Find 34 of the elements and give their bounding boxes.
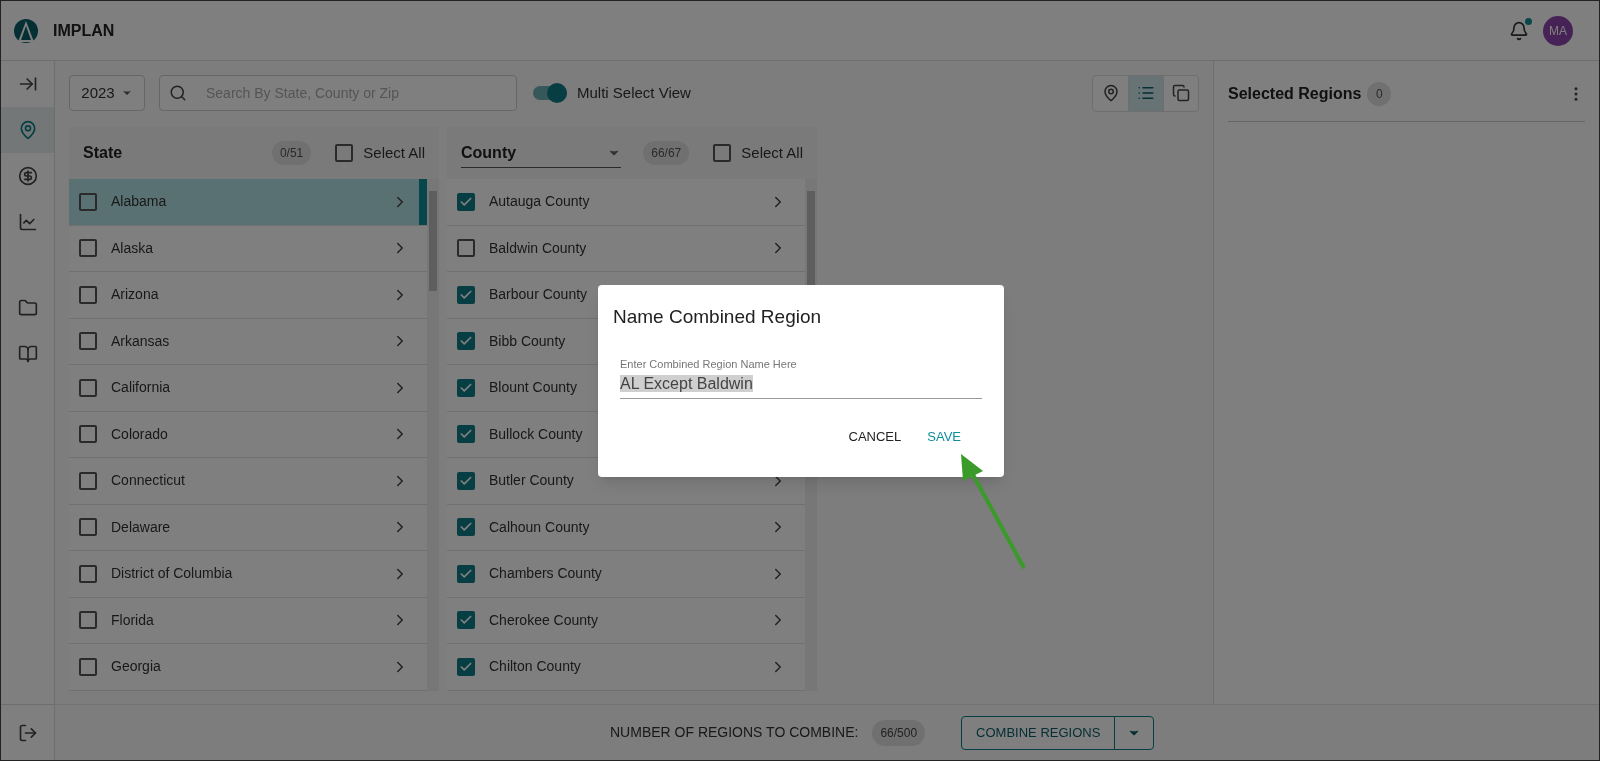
select-all-label: Select All xyxy=(363,142,425,163)
toggle-label: Multi Select View xyxy=(577,82,691,103)
row-label: Cherokee County xyxy=(489,610,598,630)
footer-label: NUMBER OF REGIONS TO COMBINE: xyxy=(610,723,859,742)
row-label: California xyxy=(111,378,171,398)
row-label: Autauga County xyxy=(489,192,590,212)
row-label: Delaware xyxy=(111,517,171,537)
row-label: Chilton County xyxy=(489,657,581,677)
row-label: Alabama xyxy=(111,192,167,212)
count-badge: 0/51 xyxy=(271,141,312,165)
panel-title: State xyxy=(83,143,124,163)
brand-name: IMPLAN xyxy=(53,20,115,41)
row-label: District of Columbia xyxy=(111,564,233,584)
count-badge: 66/500 xyxy=(872,719,926,746)
row-label: Connecticut xyxy=(111,471,185,491)
row-label: Chambers County xyxy=(489,564,602,584)
row-label: Colorado xyxy=(111,424,168,444)
row-label: Butler County xyxy=(489,471,574,491)
count-badge: 0 xyxy=(1367,82,1392,106)
row-label: Barbour County xyxy=(489,285,588,305)
row-label: Alaska xyxy=(111,238,154,258)
panel-title: Selected Regions xyxy=(1228,84,1362,104)
dialog-title: Name Combined Region xyxy=(613,305,823,329)
row-label: Georgia xyxy=(111,657,161,677)
row-label: Florida xyxy=(111,610,154,630)
row-label: Bibb County xyxy=(489,331,566,351)
row-label: Calhoun County xyxy=(489,517,590,537)
row-label: Blount County xyxy=(489,378,577,398)
row-label: Baldwin County xyxy=(489,238,587,258)
count-badge: 66/67 xyxy=(643,141,690,165)
row-label: Arizona xyxy=(111,285,159,305)
row-label: Bullock County xyxy=(489,424,583,444)
select-all-label: Select All xyxy=(741,142,803,163)
row-label: Arkansas xyxy=(111,331,170,351)
